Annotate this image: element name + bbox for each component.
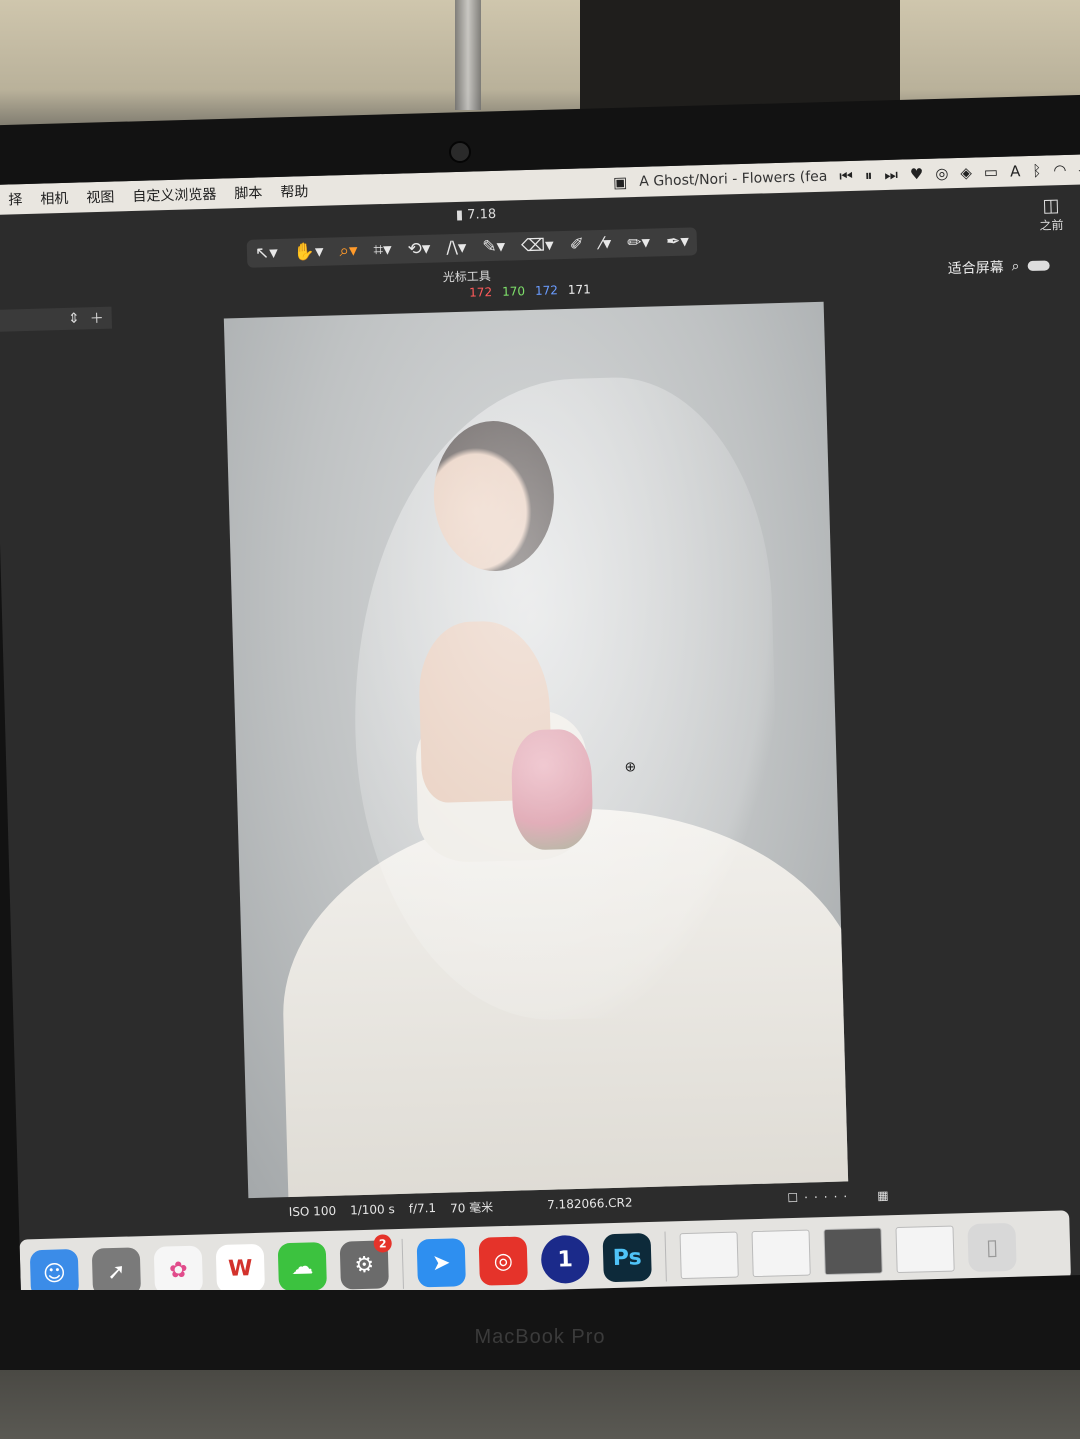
- file-name: 7.182066.CR2: [546, 1195, 633, 1212]
- dingtalk-icon[interactable]: ➤: [416, 1238, 466, 1288]
- menu-item-camera[interactable]: 相机: [40, 188, 69, 209]
- menu-item-select[interactable]: 择: [8, 189, 23, 209]
- shutter-value: 1/100 s: [349, 1202, 395, 1218]
- crop-tool-icon[interactable]: ⌗▾: [373, 240, 392, 260]
- menu-item-scripts[interactable]: 脚本: [234, 182, 263, 203]
- focal-length-value: 70 毫米: [449, 1199, 494, 1216]
- minimized-window-netease[interactable]: [895, 1225, 955, 1274]
- next-track-icon[interactable]: ⏭: [884, 166, 898, 184]
- alpha-value: 171: [567, 282, 591, 297]
- previous-track-icon[interactable]: ⏮: [839, 167, 853, 185]
- stepper-icon[interactable]: ⇕: [68, 311, 80, 327]
- hand-tool-icon[interactable]: ✋▾: [294, 242, 324, 263]
- zoom-toggle[interactable]: [1027, 260, 1050, 272]
- system-preferences-icon[interactable]: ⚙ 2: [339, 1234, 392, 1290]
- screen: 择 相机 视图 自定义浏览器 脚本 帮助 ▣ A Ghost/Nori - Fl…: [0, 154, 1080, 1305]
- photoshop-icon[interactable]: Ps: [602, 1232, 652, 1283]
- heart-icon[interactable]: ♥: [910, 165, 924, 183]
- menu-item-help[interactable]: 帮助: [280, 181, 309, 202]
- input-method-icon[interactable]: A: [1010, 162, 1021, 180]
- laptop-brand: MacBook Pro: [474, 1326, 606, 1348]
- pause-icon[interactable]: ⏸: [865, 166, 873, 184]
- annotate-tool-icon[interactable]: ✒▾: [666, 232, 689, 253]
- brush-tool-icon[interactable]: ✎▾: [482, 237, 505, 258]
- bluetooth-icon[interactable]: ᛒ: [1032, 162, 1042, 180]
- before-label: 之前: [1039, 218, 1064, 233]
- gradient-tool-icon[interactable]: ✏▾: [627, 233, 650, 254]
- notification-badge: 2: [373, 1234, 392, 1253]
- dock-separator-2: [664, 1231, 667, 1282]
- menu-item-custom-browser[interactable]: 自定义浏览器: [132, 184, 217, 206]
- wps-icon[interactable]: W: [215, 1243, 266, 1294]
- red-value: 172: [468, 285, 493, 300]
- photos-icon[interactable]: ✿: [153, 1245, 204, 1295]
- photo-viewer[interactable]: ⊕: [223, 301, 849, 1199]
- wifi-icon[interactable]: ◠: [1053, 161, 1067, 179]
- minimized-window-photoshop[interactable]: [823, 1227, 883, 1276]
- window-title: 7.18: [466, 206, 497, 223]
- vpn-icon[interactable]: ◈: [960, 164, 972, 182]
- desk-surface: [0, 1370, 1080, 1439]
- zoom-cursor-icon: ⊕: [624, 759, 637, 776]
- menu-item-view[interactable]: 视图: [86, 187, 115, 208]
- light-stand: [455, 0, 481, 110]
- airplay-icon[interactable]: ▭: [984, 163, 999, 181]
- minimized-window-finder[interactable]: [751, 1229, 811, 1278]
- left-panel-header: ⇕ ＋: [0, 306, 113, 332]
- softbox: [580, 0, 900, 110]
- document-icon: ▮: [455, 207, 468, 224]
- rating-dots[interactable]: ☐·····: [787, 1189, 853, 1205]
- music-app-icon[interactable]: ▣: [613, 173, 628, 191]
- netease-music-icon[interactable]: ◎: [935, 164, 949, 182]
- rotate-tool-icon[interactable]: ⟲▾: [407, 239, 430, 260]
- aperture-value: f/7.1: [408, 1200, 437, 1216]
- photo-veil: [345, 373, 784, 1025]
- minimized-window-wps[interactable]: [679, 1231, 739, 1280]
- netease-cloud-music-icon[interactable]: ◎: [478, 1236, 528, 1286]
- webcam: [449, 141, 471, 163]
- zoom-tool-icon[interactable]: ⌕▾: [339, 241, 358, 261]
- grid-view-icon[interactable]: ▦: [877, 1188, 889, 1202]
- fit-screen-control[interactable]: 适合屏幕 ⌕: [947, 255, 1050, 278]
- add-icon[interactable]: ＋: [89, 308, 104, 328]
- before-after-toggle[interactable]: ◫ 之前: [1039, 195, 1064, 234]
- iso-value: ISO 100: [288, 1203, 337, 1220]
- dock-separator: [401, 1238, 404, 1289]
- picker-tool-icon[interactable]: ⁄▾: [600, 234, 612, 254]
- select-tool-icon[interactable]: ↖▾: [255, 243, 278, 264]
- toolbar-caption: 光标工具: [442, 269, 491, 285]
- loupe-icon[interactable]: ⌕: [1011, 258, 1019, 274]
- now-playing-title[interactable]: A Ghost/Nori - Flowers (fea: [639, 169, 827, 190]
- rgb-readout: 172 170 172 171: [469, 282, 591, 299]
- eraser-tool-icon[interactable]: ⌫▾: [521, 235, 554, 256]
- pen-tool-icon[interactable]: ✐: [569, 234, 584, 254]
- blue-value: 172: [534, 283, 559, 298]
- capture-one-icon[interactable]: 1: [540, 1234, 590, 1285]
- green-value: 170: [501, 284, 526, 299]
- keystone-tool-icon[interactable]: /\▾: [446, 238, 467, 259]
- wechat-icon[interactable]: ☁: [277, 1242, 327, 1292]
- fit-screen-label: 适合屏幕: [947, 259, 1004, 278]
- trash-icon[interactable]: ▯: [967, 1222, 1017, 1273]
- compare-icon: ◫: [1042, 195, 1060, 217]
